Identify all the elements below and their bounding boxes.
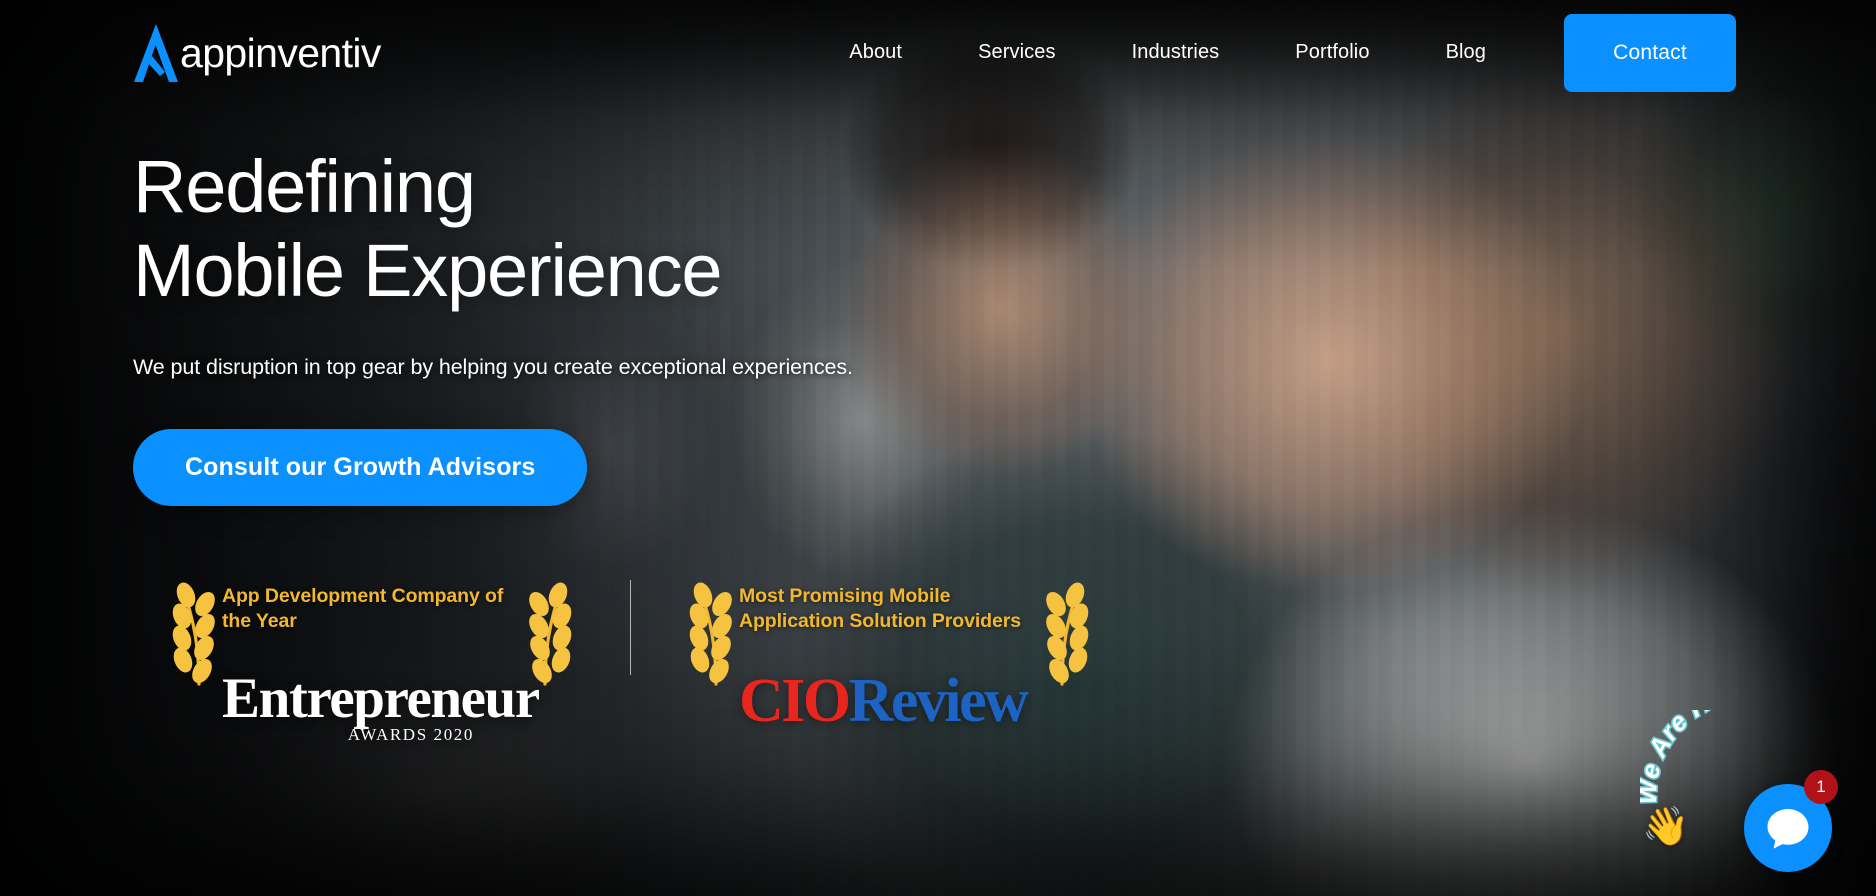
entrepreneur-wordmark: Entrepreneur [222,667,540,730]
chat-bubble-icon [1767,809,1809,849]
award-entrepreneur: App Development Company of the Year Entr… [160,578,584,744]
laurel-wreath-icon [689,582,732,686]
site-header: appinventiv About Services Industries Po… [0,0,1876,105]
entrepreneur-logo: Entrepreneur AWARDS 2020 [222,670,552,750]
we-are-here-text: We Are Here! [1640,710,1762,805]
nav-item-blog[interactable]: Blog [1446,31,1486,74]
nav-item-about[interactable]: About [849,31,902,74]
nav-item-services[interactable]: Services [978,31,1056,74]
cioreview-cio-part: CIO [739,667,851,735]
brand-logo[interactable]: appinventiv [130,22,387,84]
hero-headline-line-2: Mobile Experience [133,229,723,312]
hero-headline: Redefining Mobile Experience [133,150,1093,308]
chat-open-button[interactable] [1744,784,1832,872]
nav-item-industries[interactable]: Industries [1132,31,1220,74]
hero-headline-line-1: Redefining [133,145,476,228]
cioreview-wordmark: CIOReview [739,670,1069,732]
award-cioreview: Most Promising Mobile Application Soluti… [677,578,1101,732]
waving-hand-icon: 👋 [1642,806,1690,848]
hero-section: appinventiv About Services Industries Po… [0,0,1876,896]
primary-navigation: About Services Industries Portfolio Blog… [811,13,1876,92]
award-cioreview-body: Most Promising Mobile Application Soluti… [739,578,1039,732]
award-cioreview-title: Most Promising Mobile Application Soluti… [739,585,1021,632]
nav-item-portfolio[interactable]: Portfolio [1295,31,1369,74]
chat-widget: We Are Here! 👋 1 [1640,710,1840,880]
hero-copy: Redefining Mobile Experience We put disr… [133,150,1093,506]
awards-strip: App Development Company of the Year Entr… [160,578,1101,744]
laurel-wreath-icon [172,582,215,686]
laurel-wreath-icon [1046,582,1089,686]
laurel-wreath-icon [529,582,572,686]
appinventiv-a-logo-icon [134,23,178,82]
awards-divider [630,580,631,675]
award-entrepreneur-title: App Development Company of the Year [222,585,504,632]
contact-button[interactable]: Contact [1564,13,1736,92]
cioreview-logo: CIOReview [739,670,1069,750]
consult-growth-advisors-button[interactable]: Consult our Growth Advisors [133,429,588,506]
hero-subheadline: We put disruption in top gear by helping… [133,355,853,379]
cioreview-review-part: Review [848,667,1029,735]
brand-name: appinventiv [180,30,381,76]
award-entrepreneur-body: App Development Company of the Year Entr… [222,578,540,744]
